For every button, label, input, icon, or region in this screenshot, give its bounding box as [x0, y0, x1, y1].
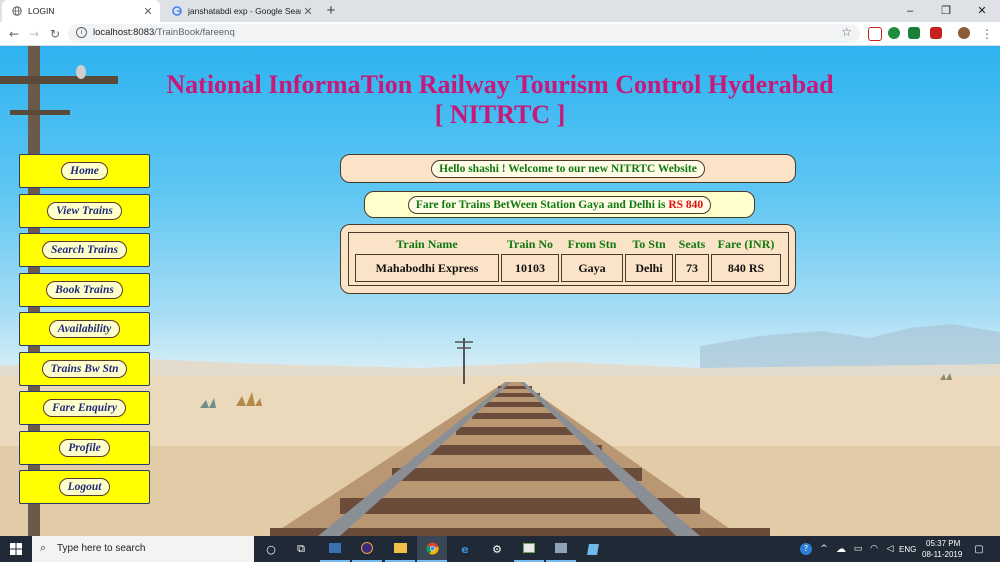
menu-trains-bw-stn-button[interactable]: Trains Bw Stn	[19, 352, 150, 386]
fare-amount: RS 840	[668, 198, 704, 211]
menu-home-button[interactable]: Home	[19, 154, 150, 188]
google-icon	[172, 6, 182, 16]
menu-label[interactable]: Fare Enquiry	[43, 399, 126, 417]
menu-label[interactable]: Book Trains	[46, 281, 123, 299]
profile-avatar[interactable]	[958, 27, 970, 39]
url-text[interactable]: localhost:8083/TrainBook/fareenq	[93, 27, 235, 38]
menu-label[interactable]: Profile	[59, 439, 110, 457]
new-tab-button[interactable]: +	[322, 2, 340, 20]
train-table: Train Name Train No From Stn To Stn Seat…	[348, 232, 789, 286]
taskbar-app-icon[interactable]	[546, 536, 576, 562]
extension-icon[interactable]	[888, 27, 900, 39]
train-no-cell: 10103	[501, 254, 559, 282]
clock-time[interactable]: 05:37 PM	[926, 539, 960, 548]
cloud-icon[interactable]: ☁	[832, 536, 850, 562]
column-header: Fare (INR)	[717, 237, 775, 251]
from-stn-cell: Gaya	[561, 254, 623, 282]
fare-cell: 840 RS	[711, 254, 781, 282]
minimize-button[interactable]: –	[892, 0, 928, 22]
menu-label[interactable]: Search Trains	[42, 241, 127, 259]
volume-icon[interactable]: ◁	[882, 536, 898, 562]
browser-menu-icon[interactable]: ⋮	[978, 25, 996, 43]
tab-close-icon[interactable]: ✕	[141, 5, 155, 18]
bookmark-star-icon[interactable]: ☆	[841, 25, 852, 39]
windows-taskbar: ⌕ Type here to search ○ ⧉ e ⚙ ? ^ ☁ ▭ ◠ …	[0, 536, 1000, 562]
menu-view-trains-button[interactable]: View Trains	[19, 194, 150, 228]
show-hidden-icons-chevron-icon[interactable]: ^	[816, 536, 832, 562]
wifi-icon[interactable]: ◠	[866, 536, 882, 562]
forward-icon[interactable]: →	[25, 25, 43, 43]
language-indicator[interactable]: ENG	[899, 545, 916, 554]
site-title: National InformaTion Railway Tourism Con…	[166, 70, 834, 99]
to-stn-cell: Delhi	[625, 254, 673, 282]
page-content: National InformaTion Railway Tourism Con…	[0, 46, 1000, 536]
taskbar-search-box[interactable]: ⌕ Type here to search	[32, 536, 254, 562]
start-button[interactable]	[0, 536, 32, 562]
column-header: Train No	[506, 237, 554, 251]
reload-icon[interactable]: ↻	[46, 25, 64, 43]
tab-title: LOGIN	[28, 6, 55, 16]
seats-cell: 73	[675, 254, 709, 282]
tab-google-search[interactable]: janshatabdi exp - Google Search ✕	[162, 0, 320, 22]
search-icon: ⌕	[40, 541, 47, 554]
menu-fare-enquiry-button[interactable]: Fare Enquiry	[19, 391, 150, 425]
battery-icon[interactable]: ▭	[850, 536, 866, 562]
column-header: Seats	[678, 237, 706, 251]
chrome-icon[interactable]	[417, 536, 447, 562]
eclipse-icon[interactable]	[352, 536, 382, 562]
menu-availability-button[interactable]: Availability	[19, 312, 150, 346]
column-header: Train Name	[396, 237, 458, 251]
search-placeholder: Type here to search	[57, 543, 146, 554]
tab-close-icon[interactable]: ✕	[301, 5, 315, 18]
task-view-icon[interactable]: ⧉	[286, 536, 316, 562]
extension-icon[interactable]	[868, 27, 882, 41]
extension-icon[interactable]	[930, 27, 942, 39]
restore-button[interactable]: ❐	[928, 0, 964, 22]
taskbar-app-icon[interactable]	[514, 536, 544, 562]
column-header: To Stn	[632, 237, 666, 251]
table-header-row: Train Name Train No From Stn To Stn Seat…	[355, 236, 781, 253]
back-icon[interactable]: ←	[5, 25, 23, 43]
fare-result-panel: Fare for Trains BetWeen Station Gaya and…	[364, 191, 755, 218]
browser-tabstrip: LOGIN ✕ janshatabdi exp - Google Search …	[0, 0, 1000, 22]
menu-profile-button[interactable]: Profile	[19, 431, 150, 465]
globe-icon	[12, 6, 22, 16]
menu-logout-button[interactable]: Logout	[19, 470, 150, 504]
fare-message: Fare for Trains BetWeen Station Gaya and…	[407, 195, 712, 214]
train-table-panel: Train Name Train No From Stn To Stn Seat…	[340, 224, 796, 294]
menu-label[interactable]: Availability	[48, 320, 121, 338]
info-icon[interactable]: i	[76, 27, 87, 38]
tab-login[interactable]: LOGIN ✕	[2, 0, 160, 22]
site-subtitle: [ NITRTC ]	[434, 100, 566, 129]
close-window-button[interactable]: ✕	[964, 0, 1000, 22]
notifications-icon[interactable]: ▢	[968, 536, 990, 562]
menu-book-trains-button[interactable]: Book Trains	[19, 273, 150, 307]
welcome-message: Hello shashi ! Welcome to our new NITRTC…	[431, 159, 705, 178]
settings-icon[interactable]: ⚙	[482, 536, 512, 562]
tab-title: janshatabdi exp - Google Search	[188, 6, 301, 16]
taskbar-app-icon[interactable]	[578, 536, 608, 562]
windows-logo-icon	[10, 543, 22, 555]
cortana-icon[interactable]: ○	[256, 536, 286, 562]
edge-icon[interactable]: e	[450, 536, 480, 562]
menu-label[interactable]: Home	[61, 162, 108, 180]
clock-date[interactable]: 08-11-2019	[922, 550, 962, 559]
table-row: Mahabodhi Express 10103 Gaya Delhi 73 84…	[355, 254, 781, 282]
taskbar-app-icon[interactable]	[320, 536, 350, 562]
help-icon[interactable]: ?	[796, 536, 816, 562]
browser-toolbar: ← → ↻ i localhost:8083/TrainBook/fareenq…	[0, 22, 1000, 46]
train-name-cell: Mahabodhi Express	[355, 254, 499, 282]
menu-label[interactable]: View Trains	[47, 202, 122, 220]
menu-search-trains-button[interactable]: Search Trains	[19, 233, 150, 267]
welcome-panel: Hello shashi ! Welcome to our new NITRTC…	[340, 154, 796, 183]
column-header: From Stn	[567, 237, 617, 251]
extension-icon[interactable]	[908, 27, 920, 39]
file-explorer-icon[interactable]	[385, 536, 415, 562]
address-bar[interactable]: i localhost:8083/TrainBook/fareenq ☆	[68, 24, 860, 43]
menu-label[interactable]: Trains Bw Stn	[41, 360, 128, 378]
menu-label[interactable]: Logout	[58, 478, 111, 496]
